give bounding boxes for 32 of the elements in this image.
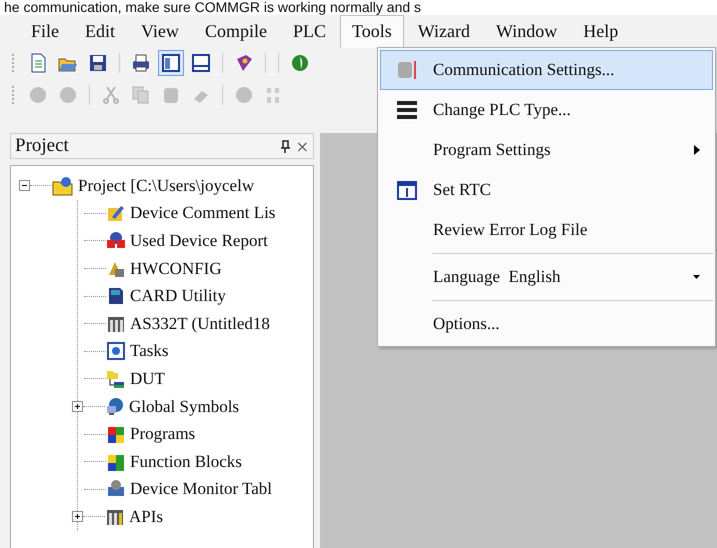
menu-item[interactable]: Review Error Log File bbox=[380, 210, 713, 250]
menu-item[interactable]: Change PLC Type... bbox=[380, 90, 713, 130]
menu-item[interactable]: Edit bbox=[73, 14, 128, 48]
tree-item[interactable]: Global Symbols bbox=[129, 396, 240, 417]
caption-text: he communication, make sure COMMGR is working normally and s bbox=[0, 0, 717, 15]
tree-item[interactable]: Programs bbox=[130, 424, 196, 444]
tree-item[interactable]: AS332T (Untitled18 bbox=[130, 314, 270, 334]
tree-item[interactable]: Device Comment Lis bbox=[130, 203, 276, 224]
tree-item[interactable]: Device Monitor Tabl bbox=[130, 479, 272, 500]
tree-item[interactable]: CARD Utility bbox=[130, 286, 226, 306]
menu-item[interactable]: Help bbox=[571, 14, 630, 48]
tree-item[interactable]: Project [C:\Users\joycelw bbox=[78, 176, 254, 196]
menu-item[interactable]: Communication Settings... bbox=[380, 50, 713, 90]
tree-item[interactable]: Used Device Report bbox=[130, 230, 268, 251]
menu-item[interactable]: Tools bbox=[340, 14, 404, 48]
tree-item[interactable]: Tasks bbox=[130, 341, 168, 362]
menu-item[interactable]: Options... bbox=[380, 304, 713, 344]
tree-item[interactable]: DUT bbox=[130, 368, 165, 389]
menu-item[interactable]: Language English bbox=[380, 257, 713, 297]
menu-item[interactable]: Program Settings bbox=[380, 130, 713, 170]
menu-item[interactable]: File bbox=[19, 14, 72, 48]
tree-item[interactable]: HWCONFIG bbox=[130, 258, 222, 279]
menu-item[interactable]: Wizard bbox=[406, 14, 482, 48]
tree-item[interactable]: Function Blocks bbox=[130, 452, 242, 472]
menu-item[interactable]: PLC bbox=[280, 14, 338, 48]
tree-item[interactable]: APIs bbox=[129, 506, 164, 527]
menu-item[interactable]: Set RTC bbox=[380, 170, 713, 210]
panel-title: Project bbox=[15, 135, 70, 157]
close-button[interactable]: × bbox=[296, 136, 309, 156]
menu-item[interactable]: View bbox=[129, 14, 191, 48]
menu-item[interactable]: Compile bbox=[192, 14, 279, 48]
menu-item[interactable]: Window bbox=[484, 14, 570, 48]
